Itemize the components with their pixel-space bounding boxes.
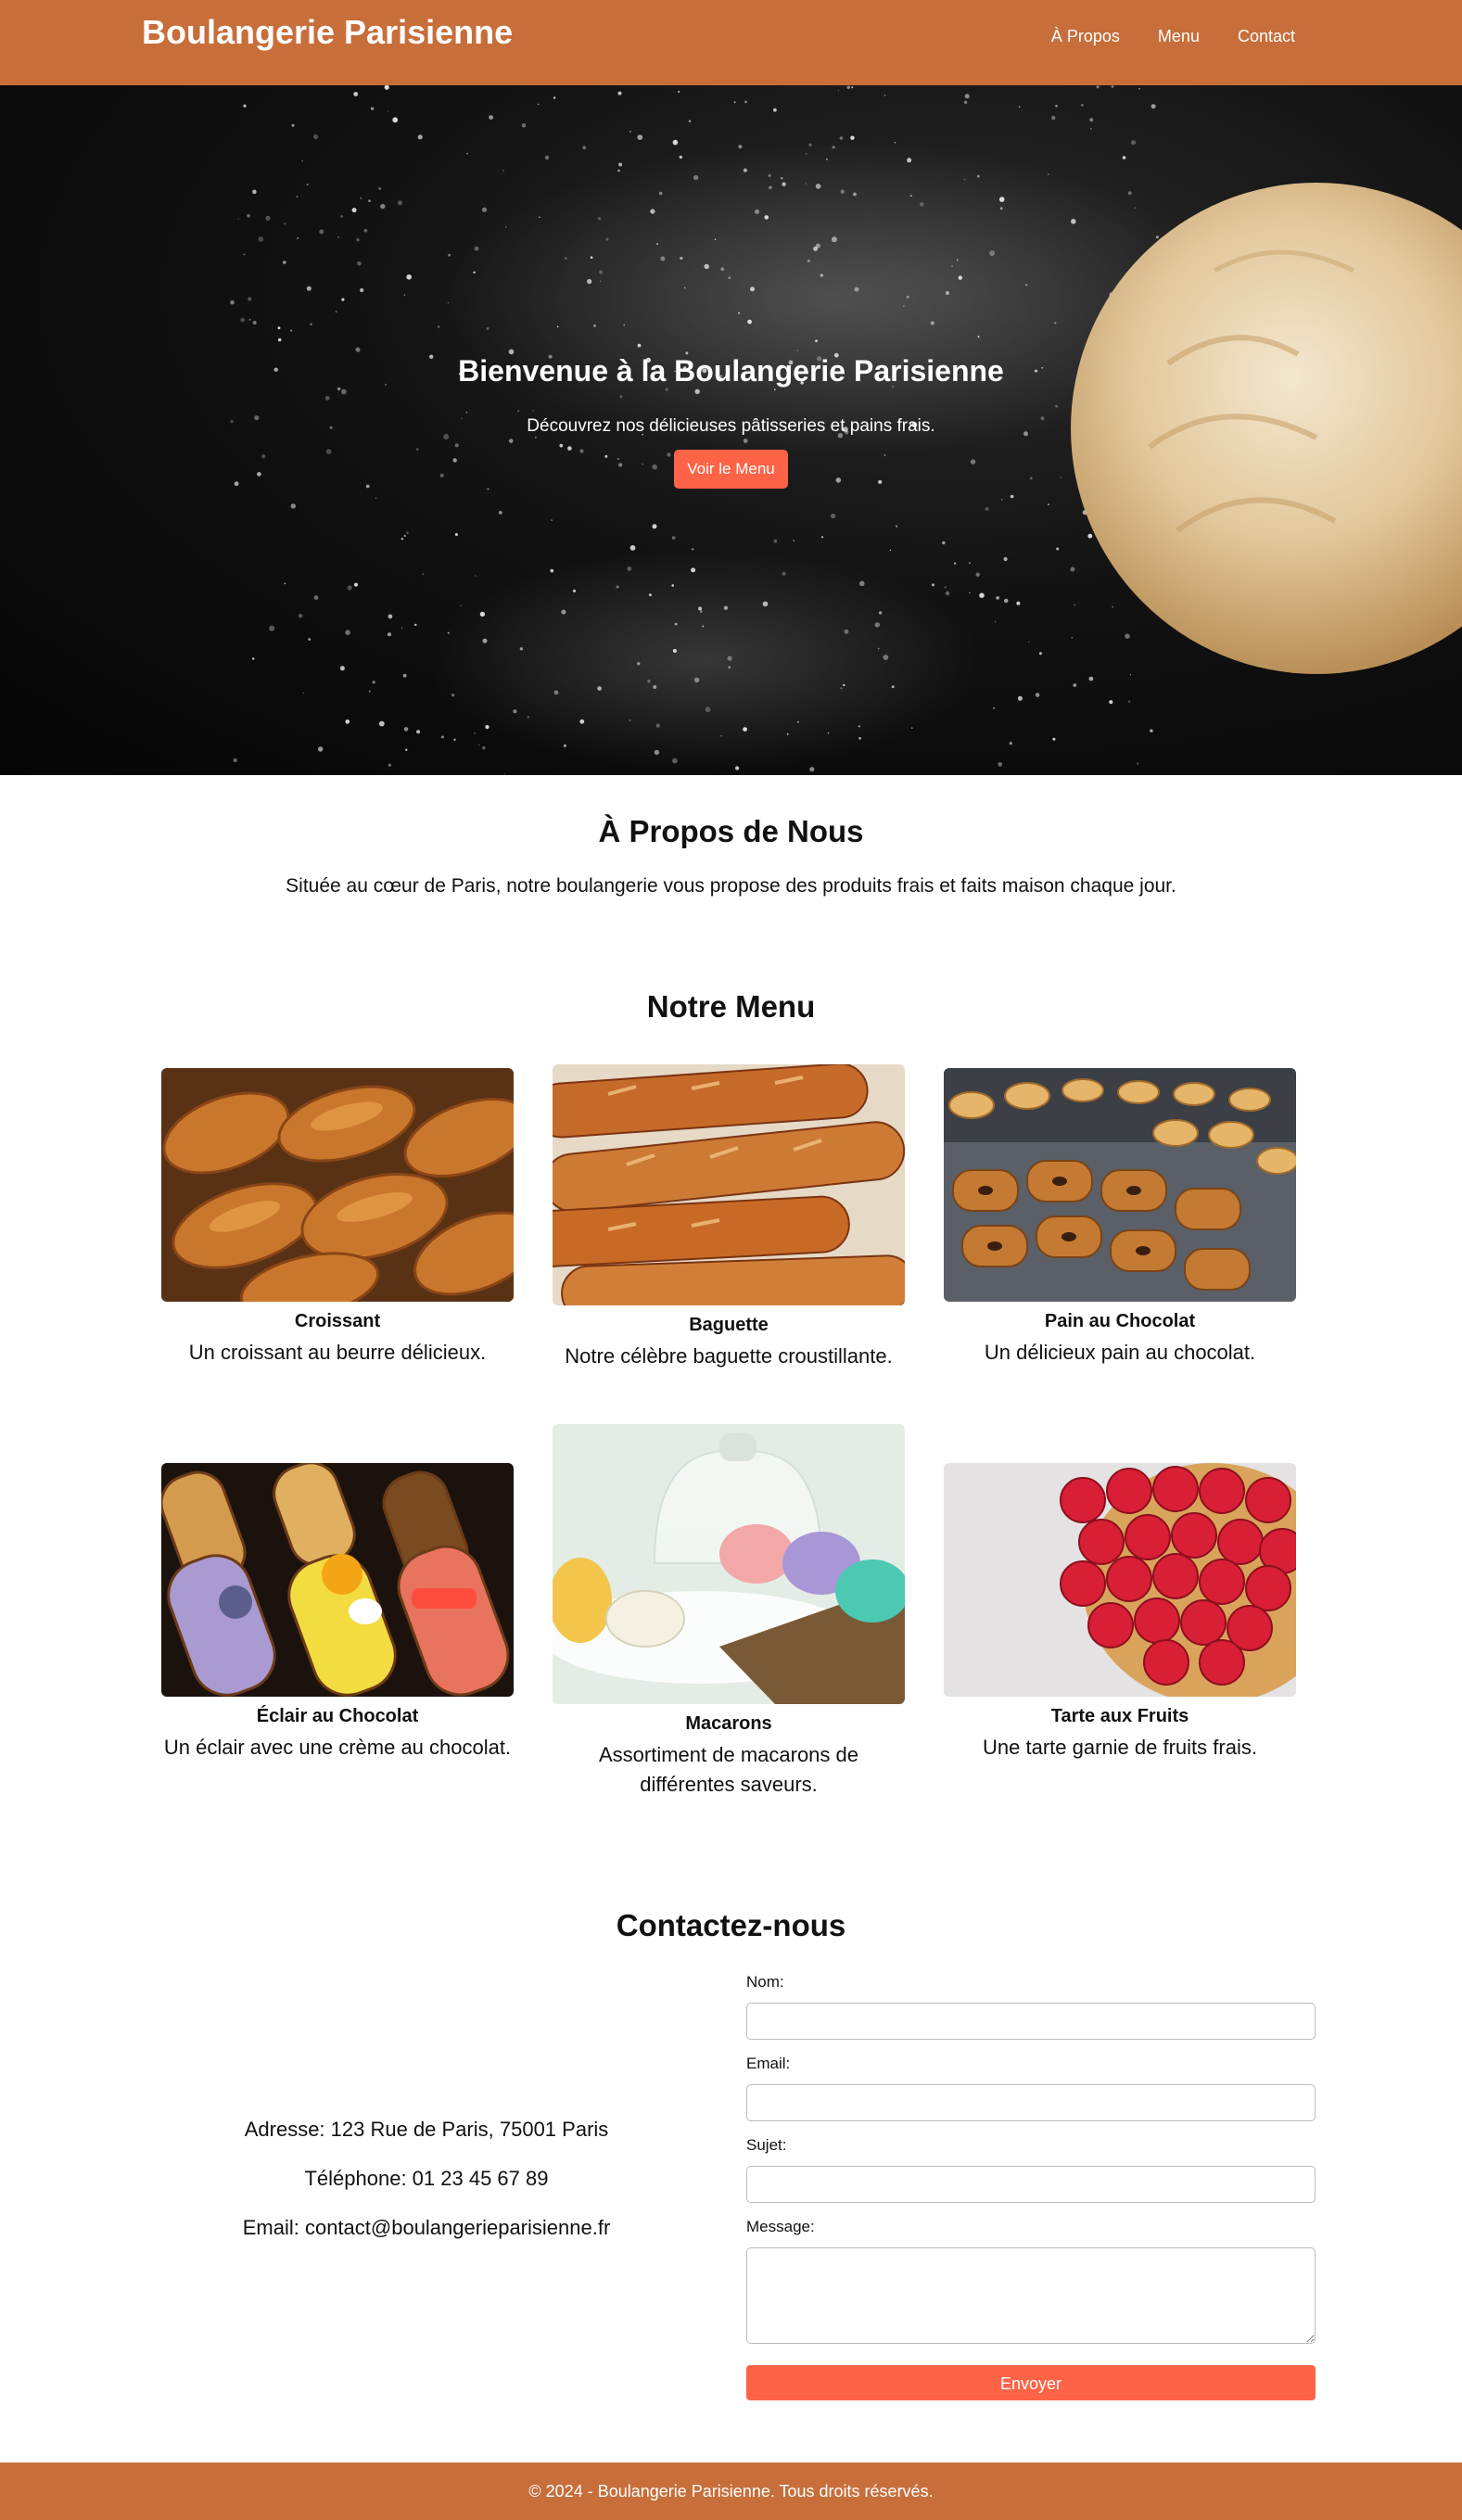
eclair-photo xyxy=(161,1463,514,1697)
subject-input[interactable] xyxy=(746,2166,1316,2203)
menu-item-name: Éclair au Chocolat xyxy=(256,1706,419,1726)
site-header: Boulangerie Parisienne À Propos Menu Con… xyxy=(0,0,1462,85)
menu-item-desc: Une tarte garnie de fruits frais. xyxy=(983,1736,1257,1759)
baguette-photo xyxy=(553,1064,905,1305)
menu-item-name: Croissant xyxy=(294,1311,381,1331)
about-section: À Propos de Nous Située au cœur de Paris… xyxy=(0,775,1462,897)
about-text: Située au cœur de Paris, notre boulanger… xyxy=(286,875,1176,897)
menu-item-desc: Notre célèbre baguette croustillante. xyxy=(565,1344,893,1368)
menu-item-name: Pain au Chocolat xyxy=(1044,1311,1196,1331)
menu-item-desc: Un éclair avec une crème au chocolat. xyxy=(163,1736,512,1759)
menu-item-name: Baguette xyxy=(689,1315,769,1335)
menu-item-croissant: Croissant Un croissant au beurre délicie… xyxy=(161,1068,514,1368)
contact-address: Adresse: 123 Rue de Paris, 75001 Paris xyxy=(244,2118,609,2141)
email-input[interactable] xyxy=(746,2084,1316,2121)
about-title: À Propos de Nous xyxy=(598,814,864,848)
hero-subtitle: Découvrez nos délicieuses pâtisseries et… xyxy=(527,416,935,436)
main-nav: À Propos Menu Contact xyxy=(1051,27,1295,46)
subject-label: Sujet: xyxy=(746,2136,787,2154)
menu-title: Notre Menu xyxy=(646,989,816,1024)
menu-item-baguette: Baguette Notre célèbre baguette croustil… xyxy=(553,1064,905,1371)
macarons-photo xyxy=(553,1424,905,1704)
nav-link-about[interactable]: À Propos xyxy=(1051,27,1120,46)
menu-item-desc: Un croissant au beurre délicieux. xyxy=(188,1341,487,1364)
email-label: Email: xyxy=(746,2055,791,2072)
view-menu-button[interactable]: Voir le Menu xyxy=(674,450,788,489)
contact-phone: Téléphone: 01 23 45 67 89 xyxy=(304,2167,549,2190)
hero-title: Bienvenue à la Boulangerie Parisienne xyxy=(458,354,1004,388)
message-textarea[interactable] xyxy=(746,2247,1316,2344)
contact-info: Adresse: 123 Rue de Paris, 75001 Paris T… xyxy=(185,2118,667,2265)
menu-item-desc: Assortiment de macarons de différentes s… xyxy=(598,1743,859,1796)
contact-email: Email: contact@boulangerieparisienne.fr xyxy=(242,2216,611,2239)
menu-item-pain-au-chocolat: Pain au Chocolat Un délicieux pain au ch… xyxy=(944,1068,1296,1368)
menu-item-name: Tarte aux Fruits xyxy=(1050,1706,1189,1726)
contact-form: Nom: Email: Sujet: Message: Envoyer xyxy=(746,1973,1316,2400)
brand-title[interactable]: Boulangerie Parisienne xyxy=(142,13,513,52)
nav-link-menu[interactable]: Menu xyxy=(1158,27,1200,46)
footer-copyright: © 2024 - Boulangerie Parisienne. Tous dr… xyxy=(528,2482,934,2501)
nav-link-contact[interactable]: Contact xyxy=(1238,27,1295,46)
menu-item-macarons: Macarons Assortiment de macarons de diff… xyxy=(553,1424,905,1800)
menu-item-eclair: Éclair au Chocolat Un éclair avec une cr… xyxy=(161,1463,514,1763)
tarte-photo xyxy=(944,1463,1296,1697)
name-label: Nom: xyxy=(746,1973,784,1991)
site-footer: © 2024 - Boulangerie Parisienne. Tous dr… xyxy=(0,2463,1462,2520)
contact-title: Contactez-nous xyxy=(616,1908,846,1942)
message-label: Message: xyxy=(746,2218,815,2235)
hero-content: Bienvenue à la Boulangerie Parisienne Dé… xyxy=(0,354,1462,489)
menu-item-name: Macarons xyxy=(685,1713,772,1734)
name-input[interactable] xyxy=(746,2003,1316,2040)
menu-item-tarte: Tarte aux Fruits Une tarte garnie de fru… xyxy=(944,1463,1296,1763)
croissant-photo xyxy=(161,1068,514,1302)
menu-item-desc: Un délicieux pain au chocolat. xyxy=(984,1341,1256,1364)
submit-button[interactable]: Envoyer xyxy=(746,2365,1316,2400)
hero-banner: Bienvenue à la Boulangerie Parisienne Dé… xyxy=(0,85,1462,775)
pain-au-chocolat-photo xyxy=(944,1068,1296,1302)
